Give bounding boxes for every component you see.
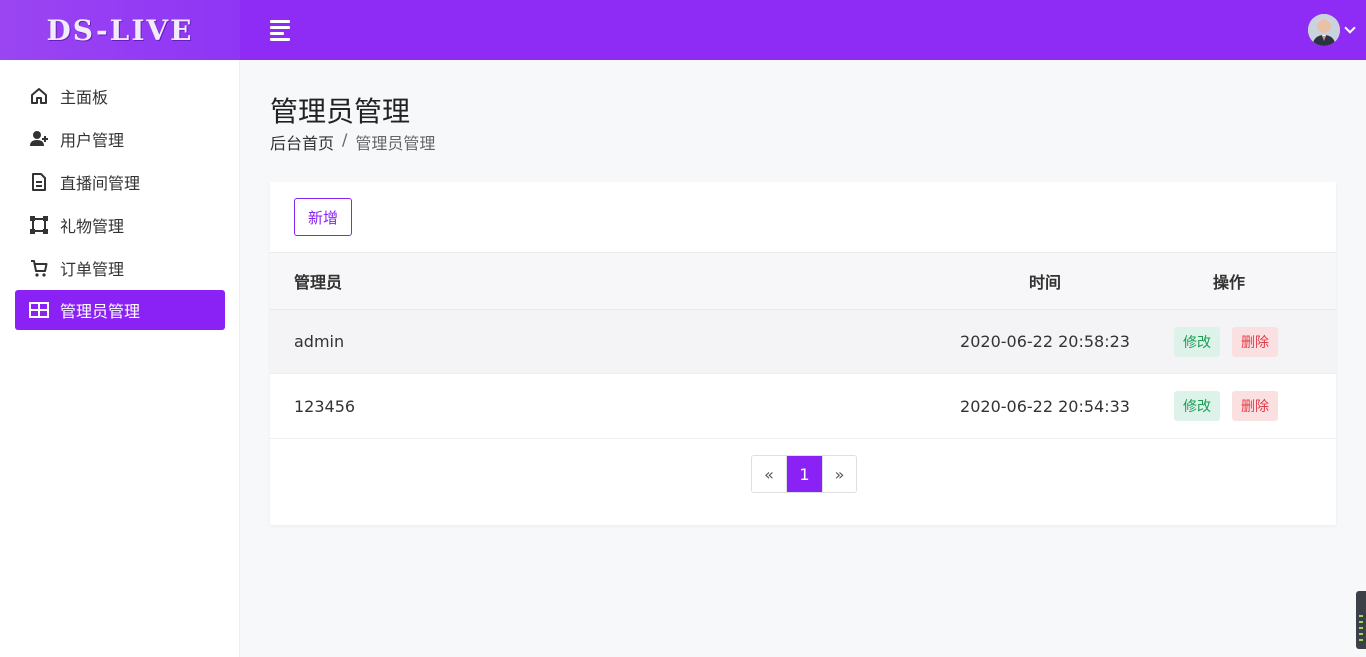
column-header-admin: 管理员 [294,273,343,292]
pagination-prev[interactable]: « [752,456,786,492]
menu-toggle-icon[interactable] [270,20,290,41]
row-actions: 修改 删除 [1174,310,1284,373]
sidebar: 主面板 用户管理 直播间管理 礼物管理 订单管理 管理员管理 [0,60,240,657]
edit-button[interactable]: 修改 [1174,391,1220,421]
admin-table-card: 新增 管理员 时间 操作 admin 2020-06-22 20:58:23 修… [270,182,1336,525]
add-button[interactable]: 新增 [294,198,352,236]
sidebar-item-gifts[interactable]: 礼物管理 [15,205,225,245]
delete-button[interactable]: 删除 [1232,391,1278,421]
cart-icon [29,258,49,278]
pagination-next[interactable]: » [822,456,856,492]
sidebar-item-dashboard[interactable]: 主面板 [15,76,225,116]
floating-widget-handle[interactable] [1356,591,1366,649]
sidebar-item-orders[interactable]: 订单管理 [15,248,225,288]
admin-time: 2020-06-22 20:58:23 [960,332,1130,351]
breadcrumb-separator: / [342,130,348,149]
sidebar-item-label: 用户管理 [60,131,125,150]
admin-name: admin [294,332,345,351]
brand-logo[interactable]: DS-LIVE [0,0,240,60]
column-header-actions: 操作 [1212,273,1245,292]
home-icon [29,86,49,106]
page-title: 管理员管理 [270,95,411,128]
chevron-down-icon[interactable] [1344,22,1356,34]
sidebar-item-label: 直播间管理 [60,174,141,193]
delete-button[interactable]: 删除 [1232,326,1278,357]
user-plus-icon [29,129,49,149]
column-header-time: 时间 [1028,273,1061,292]
brand-text: DS-LIVE [46,13,194,47]
breadcrumb: 后台首页 / 管理员管理 [270,130,435,154]
row-actions: 修改 删除 [1174,374,1284,438]
table-row: 123456 2020-06-22 20:54:33 修改 删除 [270,374,1336,439]
table-header: 管理员 时间 操作 [270,252,1336,310]
breadcrumb-current: 管理员管理 [355,134,436,153]
sidebar-item-label: 管理员管理 [60,302,141,321]
document-icon [29,172,49,192]
user-menu[interactable] [1308,14,1356,46]
table-row: admin 2020-06-22 20:58:23 修改 删除 [270,310,1336,374]
top-bar: DS-LIVE [0,0,1366,60]
admin-name: 123456 [294,396,356,416]
admin-time: 2020-06-22 20:54:33 [960,396,1130,416]
pagination-page[interactable]: 1 [786,456,822,492]
vector-square-icon [29,215,49,235]
pagination: « 1 » [751,455,857,493]
sidebar-item-label: 礼物管理 [60,217,125,236]
avatar[interactable] [1308,14,1340,46]
sidebar-item-label: 订单管理 [60,260,125,279]
sidebar-item-users[interactable]: 用户管理 [15,119,225,159]
sidebar-item-label: 主面板 [60,88,109,107]
sidebar-item-live-rooms[interactable]: 直播间管理 [15,162,225,202]
sidebar-item-admins[interactable]: 管理员管理 [15,290,225,330]
edit-button[interactable]: 修改 [1174,326,1220,357]
table-icon [29,300,49,320]
breadcrumb-home-link[interactable]: 后台首页 [270,130,334,154]
